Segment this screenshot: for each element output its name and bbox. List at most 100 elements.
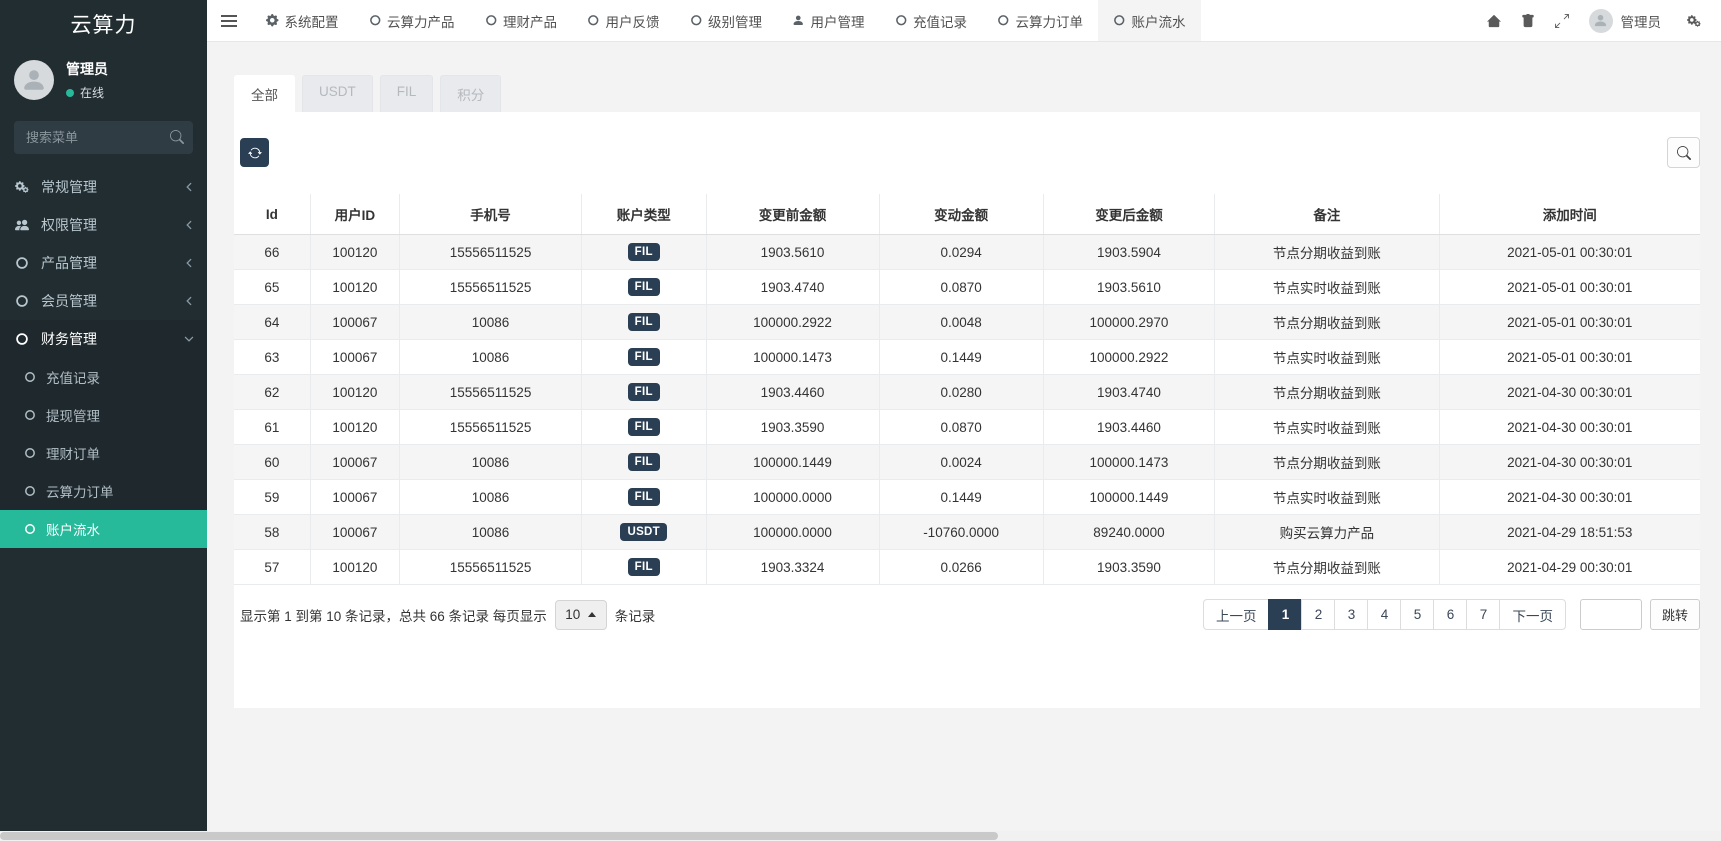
sidebar-subitem-0[interactable]: 充值记录 <box>0 358 207 396</box>
table-cell: 10086 <box>400 305 582 340</box>
sidebar-item-2[interactable]: 产品管理 <box>0 244 207 282</box>
table-cell: 节点实时收益到账 <box>1215 340 1439 375</box>
circle-icon <box>587 14 600 27</box>
navbar-tab-5[interactable]: 用户管理 <box>777 0 880 41</box>
page-button-2[interactable]: 2 <box>1301 599 1335 630</box>
page-button-6[interactable]: 6 <box>1433 599 1467 630</box>
sidebar-item-4[interactable]: 财务管理 <box>0 320 207 358</box>
table-cell: 0.0024 <box>879 445 1043 480</box>
column-header: 变更前金额 <box>706 194 879 235</box>
table-row: 5910006710086FIL100000.00000.1449100000.… <box>234 480 1700 515</box>
table-cell: 100120 <box>310 375 399 410</box>
cell-account-type: FIL <box>581 550 706 585</box>
navbar-tab-7[interactable]: 云算力订单 <box>982 0 1098 41</box>
scrollbar-thumb[interactable] <box>0 832 998 840</box>
jump-button[interactable]: 跳转 <box>1650 599 1700 630</box>
table-search-button[interactable] <box>1667 137 1700 168</box>
page-button-3[interactable]: 3 <box>1334 599 1368 630</box>
menu-search-input[interactable] <box>14 121 193 154</box>
sidebar-subitem-2[interactable]: 理财订单 <box>0 434 207 472</box>
column-header: 添加时间 <box>1439 194 1700 235</box>
avatar[interactable] <box>14 60 54 100</box>
table-cell: 100000.1473 <box>706 340 879 375</box>
search-icon[interactable] <box>170 130 184 144</box>
tab-1[interactable]: USDT <box>302 75 373 112</box>
table-header-row: Id用户ID手机号账户类型变更前金额变动金额变更后金额备注添加时间 <box>234 194 1700 235</box>
sidebar-item-label: 常规管理 <box>41 177 183 197</box>
table-cell: 10086 <box>400 445 582 480</box>
table-cell: 100000.0000 <box>706 480 879 515</box>
table-cell: 100120 <box>310 270 399 305</box>
navbar-tab-3[interactable]: 用户反馈 <box>572 0 675 41</box>
table-cell: 63 <box>234 340 310 375</box>
refresh-button[interactable] <box>240 138 269 167</box>
gear-icon <box>266 14 279 27</box>
navbar-tab-label: 充值记录 <box>913 11 967 31</box>
navbar-tab-8[interactable]: 账户流水 <box>1098 0 1201 41</box>
table-cell: 15556511525 <box>400 410 582 445</box>
chevron-left-icon <box>183 257 195 269</box>
table-cell: 66 <box>234 235 310 270</box>
table-cell: 10086 <box>400 340 582 375</box>
sidebar-item-3[interactable]: 会员管理 <box>0 282 207 320</box>
caret-up-icon <box>588 612 596 617</box>
account-type-badge: FIL <box>628 453 660 471</box>
table-cell: 2021-04-29 00:30:01 <box>1439 550 1700 585</box>
sidebar-subitem-label: 账户流水 <box>46 519 100 539</box>
page-button-4[interactable]: 4 <box>1367 599 1401 630</box>
navbar-tab-4[interactable]: 级别管理 <box>675 0 778 41</box>
tab-2[interactable]: FIL <box>380 75 434 112</box>
app-title: 云算力 <box>0 0 207 47</box>
navbar-user-name[interactable]: 管理员 <box>1621 11 1662 31</box>
sidebar-subitem-1[interactable]: 提现管理 <box>0 396 207 434</box>
table-cell: 2021-05-01 00:30:01 <box>1439 270 1700 305</box>
table-cell: 节点实时收益到账 <box>1215 270 1439 305</box>
table-cell: 2021-04-30 00:30:01 <box>1439 480 1700 515</box>
tab-3[interactable]: 积分 <box>440 75 501 112</box>
sidebar-item-1[interactable]: 权限管理 <box>0 206 207 244</box>
cell-account-type: FIL <box>581 480 706 515</box>
sidebar-item-label: 权限管理 <box>41 215 183 235</box>
page-button-7[interactable]: 7 <box>1466 599 1500 630</box>
prev-page-button[interactable]: 上一页 <box>1203 599 1270 630</box>
table-row: 6310006710086FIL100000.14730.1449100000.… <box>234 340 1700 375</box>
home-icon <box>1487 14 1501 28</box>
home-button[interactable] <box>1477 0 1511 41</box>
hamburger-icon <box>221 12 237 30</box>
account-type-badge: FIL <box>628 383 660 401</box>
table-cell: 0.0870 <box>879 270 1043 305</box>
account-type-badge: FIL <box>628 418 660 436</box>
per-page-select[interactable]: 10 <box>555 600 607 630</box>
user-name: 管理员 <box>66 59 108 79</box>
sidebar-subitem-3[interactable]: 云算力订单 <box>0 472 207 510</box>
horizontal-scrollbar[interactable] <box>0 831 1721 841</box>
page-button-5[interactable]: 5 <box>1400 599 1434 630</box>
account-type-badge: FIL <box>628 558 660 576</box>
navbar-tab-6[interactable]: 充值记录 <box>880 0 983 41</box>
navbar-tab-2[interactable]: 理财产品 <box>470 0 573 41</box>
circle-icon <box>24 447 46 459</box>
clear-cache-button[interactable] <box>1511 0 1545 41</box>
page-button-1[interactable]: 1 <box>1268 599 1302 630</box>
table-cell: 100067 <box>310 305 399 340</box>
navbar-tab-0[interactable]: 系统配置 <box>251 0 354 41</box>
navbar-tab-1[interactable]: 云算力产品 <box>354 0 470 41</box>
sidebar-item-0[interactable]: 常规管理 <box>0 168 207 206</box>
jump-page-input[interactable] <box>1580 599 1642 630</box>
settings-button[interactable] <box>1677 0 1711 41</box>
tab-0[interactable]: 全部 <box>234 75 295 112</box>
records-info-prefix: 显示第 1 到第 10 条记录，总共 66 条记录 每页显示 <box>240 605 547 625</box>
sidebar-subitem-4[interactable]: 账户流水 <box>0 510 207 548</box>
navbar-tab-label: 账户流水 <box>1132 11 1186 31</box>
sidebar-toggle-button[interactable] <box>207 0 251 41</box>
circle-icon <box>1113 14 1126 27</box>
table-cell: 89240.0000 <box>1043 515 1215 550</box>
table-cell: 100000.2922 <box>1043 340 1215 375</box>
navbar-avatar[interactable] <box>1589 9 1613 33</box>
fullscreen-button[interactable] <box>1545 0 1579 41</box>
table-row: 6410006710086FIL100000.29220.0048100000.… <box>234 305 1700 340</box>
next-page-button[interactable]: 下一页 <box>1499 599 1566 630</box>
records-info: 显示第 1 到第 10 条记录，总共 66 条记录 每页显示 10 条记录 <box>240 600 655 630</box>
table-cell: 1903.5610 <box>706 235 879 270</box>
table-cell: 2021-04-30 00:30:01 <box>1439 410 1700 445</box>
